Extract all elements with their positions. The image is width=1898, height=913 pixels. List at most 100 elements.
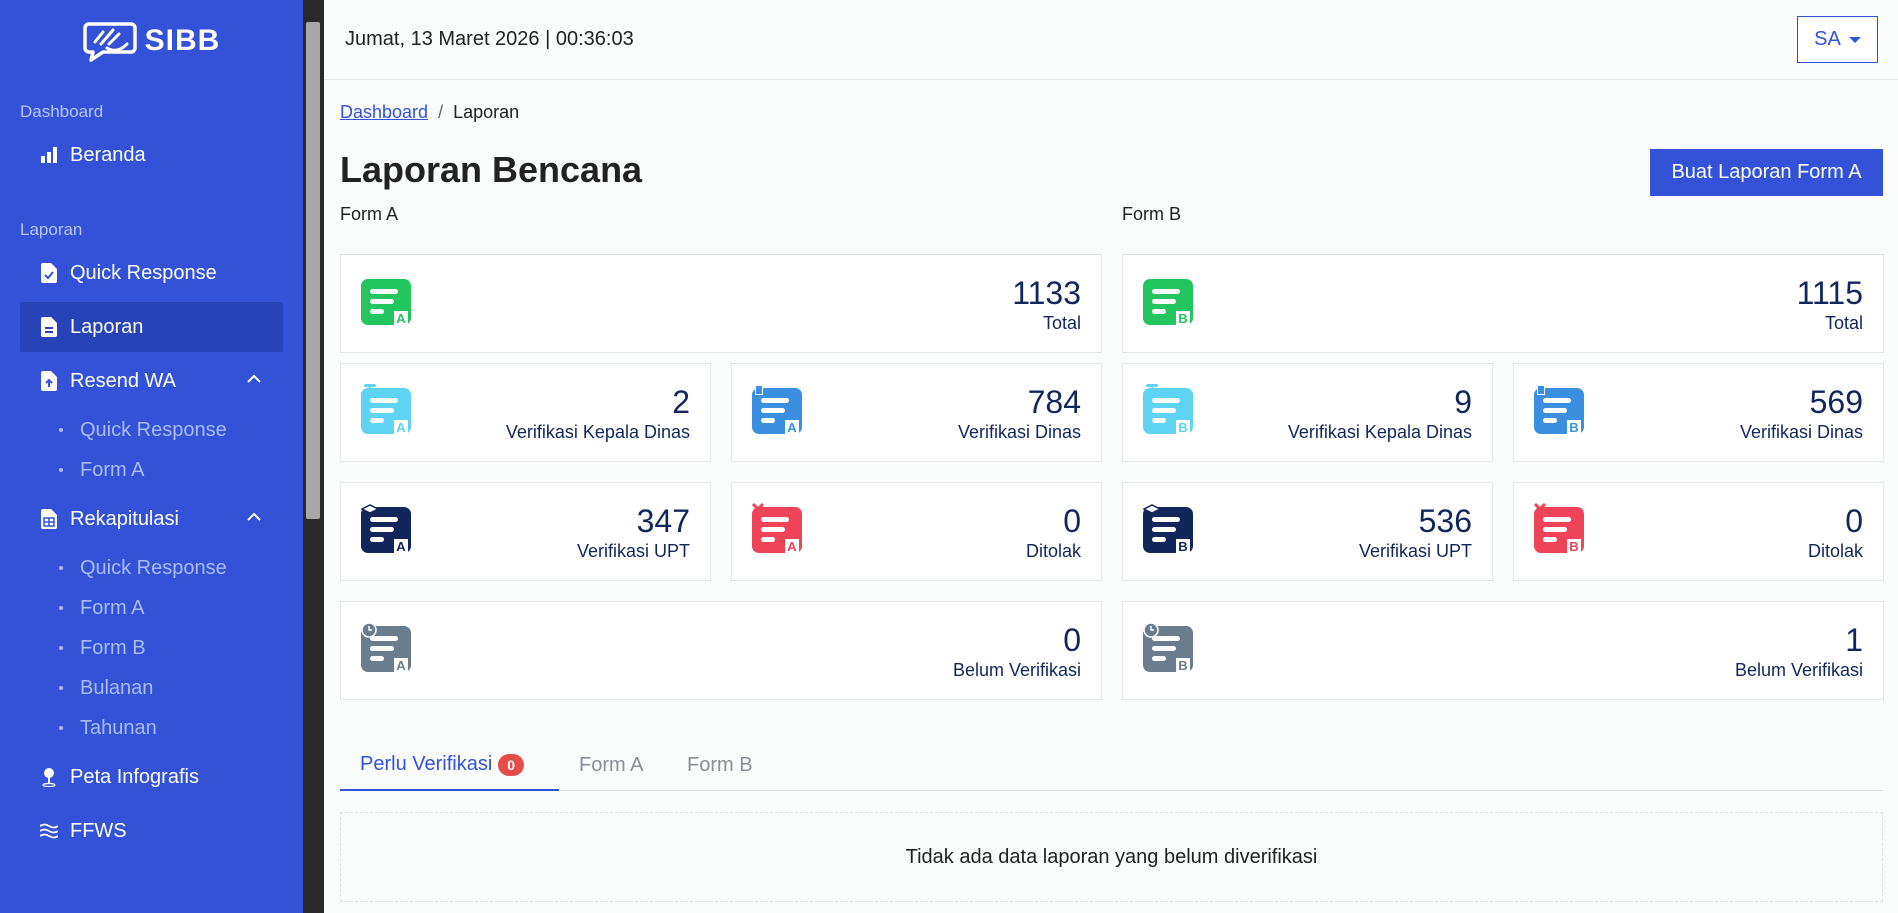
form-b-belum-card[interactable]: B 1 Belum Verifikasi <box>1122 601 1884 700</box>
form-a-kepala-dinas-card[interactable]: A 2 Verifikasi Kepala Dinas <box>340 363 711 462</box>
stat-label: Ditolak <box>1807 541 1863 561</box>
stat-label: Verifikasi UPT <box>1358 541 1472 561</box>
create-report-button[interactable]: Buat Laporan Form A <box>1650 149 1883 196</box>
breadcrumb-separator: / <box>438 102 444 122</box>
report-tabs: Perlu Verifikasi 0 Form A Form B <box>340 740 1883 791</box>
sidebar: SIBB Dashboard Beranda Laporan Quick Res… <box>0 0 303 913</box>
stat-value: 784 <box>1027 384 1081 420</box>
tab-label: Form A <box>579 754 644 776</box>
sidebar-item-resend-wa[interactable]: Resend WA <box>20 356 283 406</box>
sidebar-item-label: Resend WA <box>70 369 176 392</box>
stat-label: Verifikasi Kepala Dinas <box>1287 422 1472 442</box>
document-upload-icon <box>40 371 58 391</box>
datetime: Jumat, 13 Maret 2026 | 00:36:03 <box>345 28 634 50</box>
submenu-item[interactable]: Form A <box>0 588 303 628</box>
svg-text:A: A <box>787 420 797 434</box>
submenu-item[interactable]: Tahunan <box>0 708 303 748</box>
stat-value: 1115 <box>1796 275 1863 311</box>
form-a-ditolak-card[interactable]: A 0 Ditolak <box>731 482 1102 581</box>
form-a-belum-card[interactable]: A 0 Belum Verifikasi <box>340 601 1102 700</box>
bar-chart-icon <box>40 145 58 165</box>
sidebar-item-label: Peta Infografis <box>70 765 199 788</box>
stat-label: Verifikasi Dinas <box>957 422 1081 442</box>
submenu-item[interactable]: Bulanan <box>0 668 303 708</box>
report-total-icon: B <box>1143 275 1193 326</box>
stat-value: 0 <box>1845 503 1863 539</box>
svg-text:A: A <box>396 658 406 672</box>
sidebar-item-quick-response[interactable]: Quick Response <box>20 248 283 298</box>
brand-name: SIBB <box>144 24 221 57</box>
form-b-dinas-card[interactable]: B 569 Verifikasi Dinas <box>1513 363 1884 462</box>
breadcrumb-home-link[interactable]: Dashboard <box>340 102 428 123</box>
main-content: Dashboard / Laporan Laporan Bencana Buat… <box>340 80 1883 224</box>
page-title: Laporan Bencana <box>340 149 643 190</box>
sidebar-item-beranda[interactable]: Beranda <box>20 130 283 180</box>
chevron-up-icon[interactable] <box>247 372 261 386</box>
tab-label: Perlu Verifikasi <box>360 753 493 775</box>
stat-value: 1 <box>1845 622 1863 658</box>
topbar: Jumat, 13 Maret 2026 | 00:36:03 SA <box>324 0 1898 80</box>
tab-form-b[interactable]: Form B <box>687 740 753 791</box>
svg-text:B: B <box>1178 539 1187 553</box>
stat-label: Total <box>1042 313 1081 333</box>
logo-icon <box>82 22 137 62</box>
svg-text:A: A <box>396 420 406 434</box>
form-a-dinas-card[interactable]: A 784 Verifikasi Dinas <box>731 363 1102 462</box>
sidebar-item-label: Laporan <box>70 315 144 338</box>
form-a-total-card[interactable]: A 1133 Total <box>340 254 1102 353</box>
pending-icon: A <box>361 622 411 673</box>
stat-label: Belum Verifikasi <box>952 660 1081 680</box>
tab-form-a[interactable]: Form A <box>579 740 643 791</box>
empty-message: Tidak ada data laporan yang belum diveri… <box>905 845 1318 868</box>
dinas-icon: A <box>752 384 802 435</box>
form-a-label: Form A <box>340 204 399 224</box>
stat-label: Belum Verifikasi <box>1734 660 1863 680</box>
section-title-dashboard: Dashboard <box>20 102 104 121</box>
water-waves-icon <box>40 821 58 841</box>
form-b-label: Form B <box>1122 204 1182 224</box>
kepala-dinas-icon: B <box>1143 384 1193 435</box>
form-b-upt-card[interactable]: B 536 Verifikasi UPT <box>1122 482 1493 581</box>
section-title-laporan: Laporan <box>20 220 83 239</box>
kepala-dinas-icon: A <box>361 384 411 435</box>
sidebar-item-label: Rekapitulasi <box>70 507 179 530</box>
form-b-ditolak-card[interactable]: B 0 Ditolak <box>1513 482 1884 581</box>
form-a-upt-card[interactable]: A 347 Verifikasi UPT <box>340 482 711 581</box>
sidebar-item-peta-infografis[interactable]: Peta Infografis <box>20 752 283 802</box>
user-menu-button[interactable]: SA <box>1797 16 1878 63</box>
sidebar-item-rekapitulasi[interactable]: Rekapitulasi <box>20 494 283 544</box>
sidebar-item-label: FFWS <box>70 819 127 842</box>
count-badge: 0 <box>498 753 525 776</box>
stat-value: 9 <box>1454 384 1472 420</box>
stat-value: 347 <box>636 503 690 539</box>
resend-submenu: Quick Response Form A <box>0 410 303 490</box>
rejected-icon: A <box>751 502 802 554</box>
stat-value: 569 <box>1809 384 1863 420</box>
sidebar-item-ffws[interactable]: FFWS <box>20 806 283 856</box>
form-b-total-card[interactable]: B 1115 Total <box>1122 254 1884 353</box>
caret-down-icon <box>1848 36 1861 43</box>
submenu-item[interactable]: Form A <box>0 450 303 490</box>
upt-icon: B <box>1142 503 1193 554</box>
empty-state: Tidak ada data laporan yang belum diveri… <box>340 812 1883 902</box>
sidebar-item-label: Beranda <box>70 143 146 166</box>
stat-label: Total <box>1824 313 1863 333</box>
chevron-up-icon[interactable] <box>247 510 261 524</box>
stat-label: Verifikasi Kepala Dinas <box>505 422 690 442</box>
brand[interactable]: SIBB <box>0 0 303 82</box>
sidebar-item-laporan[interactable]: Laporan <box>20 302 283 352</box>
submenu-item[interactable]: Form B <box>0 628 303 668</box>
tab-label: Form B <box>687 754 753 776</box>
stat-label: Ditolak <box>1025 541 1081 561</box>
form-b-kepala-dinas-card[interactable]: B 9 Verifikasi Kepala Dinas <box>1122 363 1493 462</box>
user-initials: SA <box>1814 28 1841 50</box>
svg-text:B: B <box>1178 420 1187 434</box>
svg-text:A: A <box>396 539 406 553</box>
breadcrumb: Dashboard / Laporan <box>340 102 1883 123</box>
submenu-item[interactable]: Quick Response <box>0 410 303 450</box>
sidebar-scrollbar-thumb[interactable] <box>306 22 320 519</box>
map-pin-icon <box>40 767 58 787</box>
submenu-item[interactable]: Quick Response <box>0 548 303 588</box>
svg-text:B: B <box>1569 539 1578 553</box>
tab-perlu-verifikasi[interactable]: Perlu Verifikasi 0 <box>340 740 559 791</box>
